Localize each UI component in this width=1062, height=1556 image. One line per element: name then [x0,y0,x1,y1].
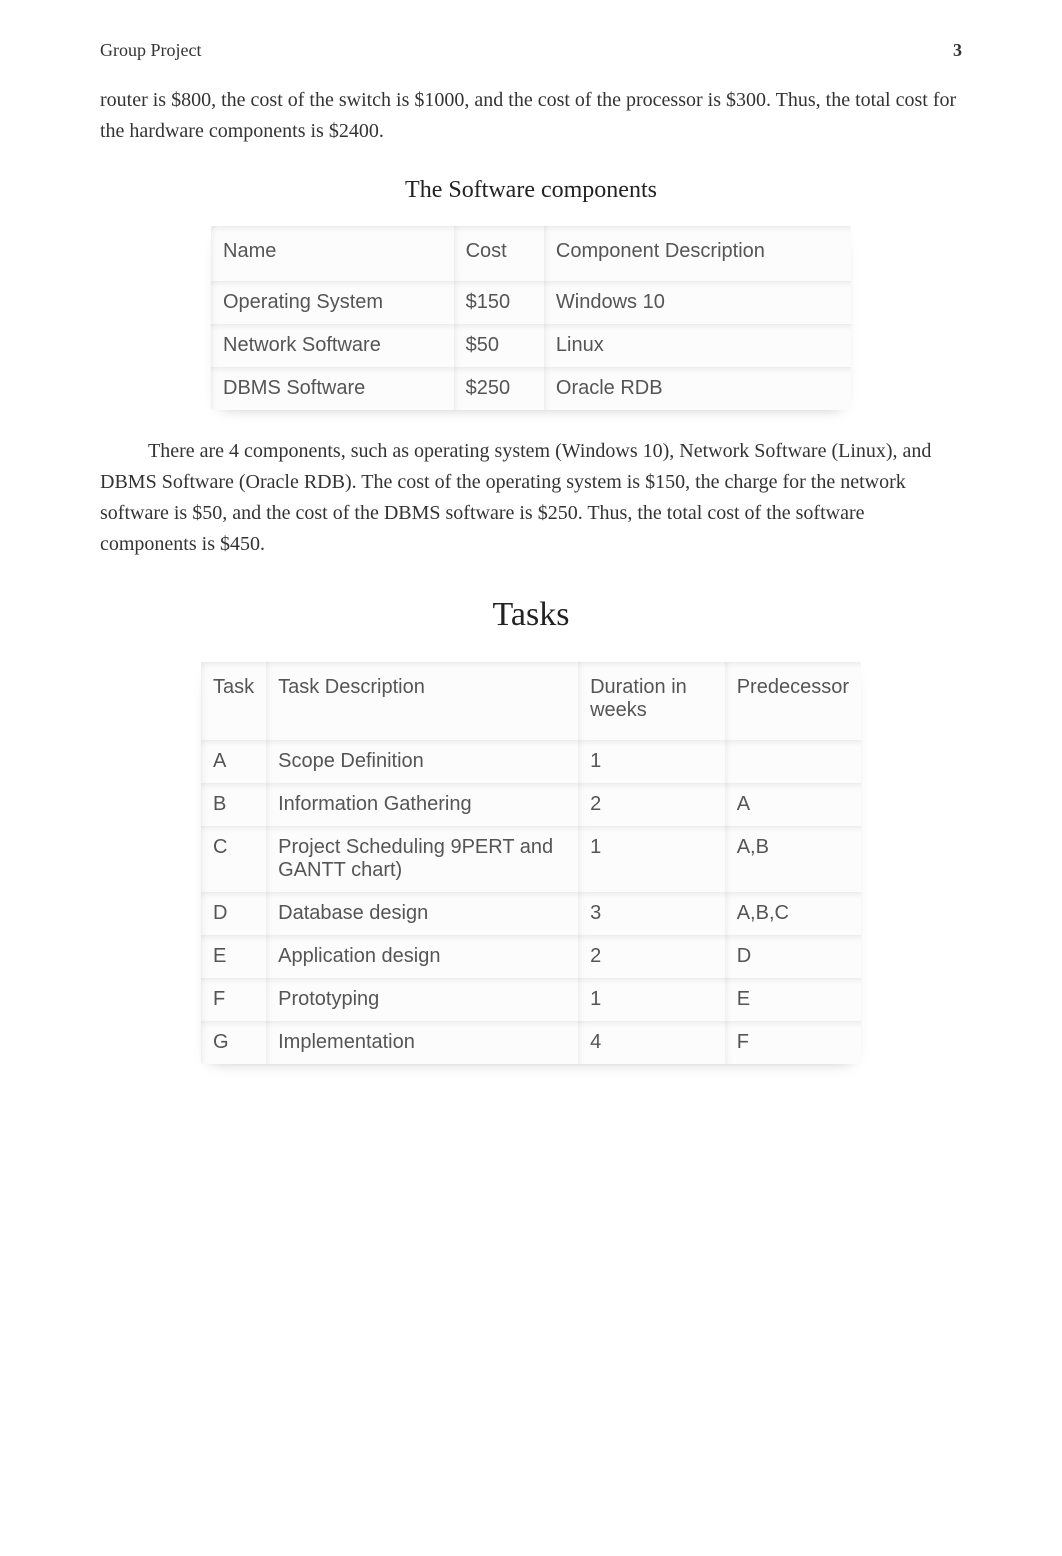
table-row: DBMS Software $250 Oracle RDB [211,367,851,410]
col-name: Name [211,226,454,281]
cell-task: D [201,892,266,935]
cell-pred: E [725,978,861,1021]
cell-task: E [201,935,266,978]
cell-desc: Implementation [266,1021,578,1064]
paragraph-software-cost: There are 4 components, such as operatin… [100,436,962,560]
cell-pred: D [725,935,861,978]
cell-cost: $150 [454,281,544,324]
cell-desc: Information Gathering [266,783,578,826]
table-row: B Information Gathering 2 A [201,783,861,826]
cell-dur: 1 [578,740,725,783]
cell-dur: 2 [578,783,725,826]
col-cost: Cost [454,226,544,281]
cell-dur: 2 [578,935,725,978]
cell-task: A [201,740,266,783]
cell-cost: $250 [454,367,544,410]
col-duration: Duration in weeks [578,662,725,740]
tasks-section-title: Tasks [100,596,962,634]
cell-desc: Windows 10 [544,281,851,324]
col-desc: Component Description [544,226,851,281]
cell-desc: Linux [544,324,851,367]
cell-pred: A [725,783,861,826]
page-header: Group Project 3 [100,40,962,61]
cell-pred: A,B [725,826,861,892]
table-row: C Project Scheduling 9PERT and GANTT cha… [201,826,861,892]
cell-name: Network Software [211,324,454,367]
cell-dur: 4 [578,1021,725,1064]
software-section-title: The Software components [100,177,962,204]
cell-pred: A,B,C [725,892,861,935]
cell-desc: Application design [266,935,578,978]
cell-task: F [201,978,266,1021]
cell-pred: F [725,1021,861,1064]
cell-desc: Prototyping [266,978,578,1021]
table-row: F Prototyping 1 E [201,978,861,1021]
cell-task: G [201,1021,266,1064]
cell-desc: Project Scheduling 9PERT and GANTT chart… [266,826,578,892]
paragraph-hardware-cost: router is $800, the cost of the switch i… [100,85,962,147]
cell-name: DBMS Software [211,367,454,410]
cell-name: Operating System [211,281,454,324]
cell-desc: Scope Definition [266,740,578,783]
cell-desc: Oracle RDB [544,367,851,410]
cell-task: C [201,826,266,892]
cell-task: B [201,783,266,826]
table-header-row: Task Task Description Duration in weeks … [201,662,861,740]
table-header-row: Name Cost Component Description [211,226,851,281]
table-row: A Scope Definition 1 [201,740,861,783]
cell-pred [725,740,861,783]
col-predecessor: Predecessor [725,662,861,740]
table-row: G Implementation 4 F [201,1021,861,1064]
tasks-table: Task Task Description Duration in weeks … [201,662,861,1064]
col-task-desc: Task Description [266,662,578,740]
cell-cost: $50 [454,324,544,367]
cell-dur: 3 [578,892,725,935]
doc-title: Group Project [100,40,201,61]
page-number: 3 [953,40,962,61]
cell-dur: 1 [578,826,725,892]
col-task: Task [201,662,266,740]
table-row: E Application design 2 D [201,935,861,978]
table-row: Operating System $150 Windows 10 [211,281,851,324]
table-row: D Database design 3 A,B,C [201,892,861,935]
cell-dur: 1 [578,978,725,1021]
software-table: Name Cost Component Description Operatin… [211,226,851,410]
table-row: Network Software $50 Linux [211,324,851,367]
cell-desc: Database design [266,892,578,935]
